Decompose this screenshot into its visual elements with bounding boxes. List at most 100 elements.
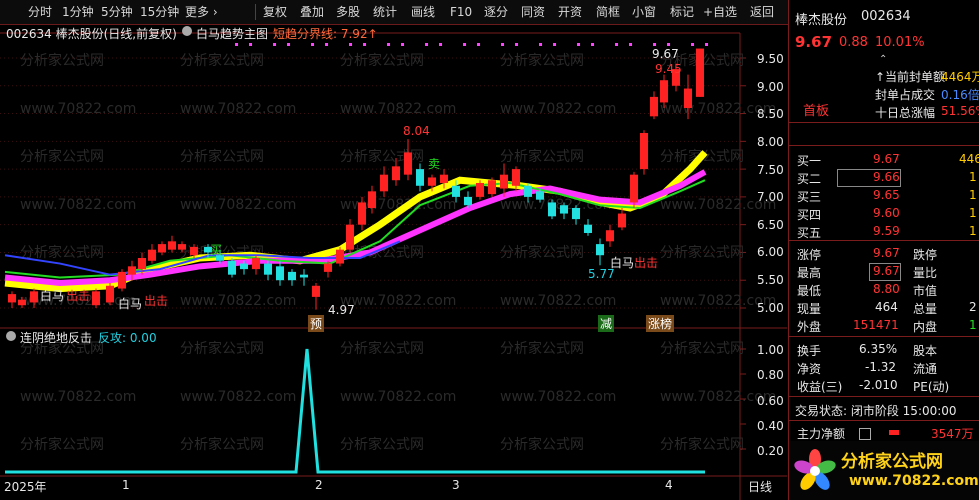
candle-body: [512, 169, 520, 186]
top-dot-marker: [273, 43, 276, 46]
watermark-text: www.70822.com: [180, 101, 296, 117]
sub-settings-icon[interactable]: [6, 331, 16, 341]
y-tick: 5.00: [757, 301, 784, 315]
fin-value: 6.35%: [859, 342, 898, 356]
button-huaxian[interactable]: 画线: [411, 0, 435, 24]
top-dot-marker: [249, 43, 252, 46]
candle-body: [358, 202, 366, 225]
candle-body: [168, 241, 176, 250]
x-axis-period: 日线: [748, 480, 773, 494]
button-tongzi[interactable]: 同资: [521, 0, 545, 24]
kline-chart[interactable]: 分析家公式网分析家公式网分析家公式网分析家公式网分析家公式网www.70822.…: [0, 25, 787, 500]
stat-label: 外盘: [797, 320, 822, 334]
stat-label: 内盘: [913, 320, 938, 334]
candle-body: [128, 266, 136, 275]
tab-15min[interactable]: 15分钟: [140, 0, 179, 24]
stat-label: 跌停: [913, 248, 938, 262]
y-tick: 6.00: [757, 245, 784, 259]
candle-body: [476, 183, 484, 197]
top-price2-label: 9.45: [655, 62, 682, 76]
app-window: 分时 1分钟 5分钟 15分钟 更多 › 复权 叠加 多股 统计 画线 F10 …: [0, 0, 979, 500]
watermark-text: 分析家公式网: [20, 52, 104, 69]
watermark-text: 分析家公式网: [180, 148, 264, 165]
top-dot-marker: [477, 43, 480, 46]
tag-yu: 预: [308, 315, 325, 332]
button-fuquan[interactable]: 复权: [263, 0, 287, 24]
candle-body: [606, 230, 614, 242]
sub-indicator-value: 反攻: 0.00: [98, 331, 157, 345]
top-dot-marker: [705, 43, 708, 46]
logo-text: 分析家公式网: [841, 452, 943, 472]
order-vol: 4462: [959, 152, 979, 166]
candle-body: [368, 191, 376, 208]
button-duogu[interactable]: 多股: [336, 0, 360, 24]
watermark-text: www.70822.com: [340, 293, 456, 309]
stat-label: 总量: [913, 302, 938, 316]
candle-body: [92, 291, 100, 306]
candle-body: [240, 263, 248, 270]
watermark-text: www.70822.com: [500, 101, 616, 117]
stat-label: 涨停: [797, 248, 822, 262]
candle-body: [584, 224, 592, 233]
tag-zhangbang: 涨榜: [646, 315, 675, 332]
watermark-text: 分析家公式网: [180, 52, 264, 69]
button-zhufen[interactable]: 逐分: [484, 0, 508, 24]
candle-body: [228, 260, 236, 275]
stock-label: 002634 棒杰股份(日线,前复权): [6, 27, 177, 41]
button-fanhui[interactable]: 返回: [750, 0, 774, 24]
sub-signal-line: [5, 348, 705, 474]
button-tongji[interactable]: 统计: [373, 0, 397, 24]
button-zixuan[interactable]: +自选: [703, 0, 737, 24]
candle-body: [118, 271, 126, 289]
candle-body: [138, 258, 146, 270]
tab-fenshi[interactable]: 分时: [28, 0, 52, 24]
order-label: 买三: [797, 190, 822, 204]
tab-1min[interactable]: 1分钟: [62, 0, 94, 24]
current-price: 9.67: [795, 33, 833, 51]
candle-body: [696, 48, 704, 97]
y-tick: 9.50: [757, 52, 784, 66]
watermark-text: 分析家公式网: [660, 244, 744, 261]
chart-area[interactable]: 分析家公式网分析家公式网分析家公式网分析家公式网分析家公式网www.70822.…: [0, 25, 787, 500]
candle-body: [660, 80, 668, 103]
settings-circle-icon[interactable]: [182, 26, 192, 36]
candle-body: [300, 274, 308, 278]
candle-body: [336, 249, 344, 264]
flower-logo-icon: [794, 449, 836, 490]
tab-more[interactable]: 更多 ›: [185, 0, 218, 24]
order-vol: 1: [969, 206, 977, 220]
high-label: 8.04: [403, 124, 430, 138]
candle-body: [536, 191, 544, 200]
tab-5min[interactable]: 5分钟: [101, 0, 133, 24]
collapse-icon[interactable]: ⌃: [879, 54, 887, 65]
x-tick: 4: [665, 478, 673, 492]
button-jiankuang[interactable]: 简框: [596, 0, 620, 24]
watermark-text: 分析家公式网: [180, 340, 264, 357]
order-price: 9.67: [873, 152, 900, 166]
watermark-text: www.70822.com: [180, 197, 296, 213]
chuji-label: 出击: [634, 256, 659, 270]
main-flow-value: 3547万: [931, 427, 974, 441]
sub-indicator-title[interactable]: 连阴绝地反击: [20, 329, 92, 346]
candle-body: [264, 263, 272, 275]
candle-body: [324, 263, 332, 272]
fin-label: 净资: [797, 362, 822, 376]
button-xiaochuang[interactable]: 小窗: [632, 0, 656, 24]
indicator-label[interactable]: 白马趋势主图: [196, 25, 268, 42]
sub-y-tick: 0.80: [757, 368, 784, 382]
button-diejia[interactable]: 叠加: [300, 0, 324, 24]
candle-body: [380, 174, 388, 192]
watermark-text: 分析家公式网: [20, 148, 104, 165]
button-f10[interactable]: F10: [450, 0, 472, 24]
stat-value: 8.80: [873, 282, 900, 296]
threshold-text: 短趋分界线: 7.92↑: [273, 27, 378, 41]
sub-y-tick: 1.00: [757, 343, 784, 357]
top-dot-marker: [667, 43, 670, 46]
button-biaoji[interactable]: 标记: [670, 0, 694, 24]
watermark-text: www.70822.com: [20, 101, 136, 117]
fin-value: -1.32: [865, 360, 897, 374]
candle-body: [452, 185, 460, 197]
candle-body: [488, 180, 496, 195]
seal-amount-label: ↑当前封单额: [875, 70, 946, 84]
button-kaizi[interactable]: 开资: [558, 0, 582, 24]
